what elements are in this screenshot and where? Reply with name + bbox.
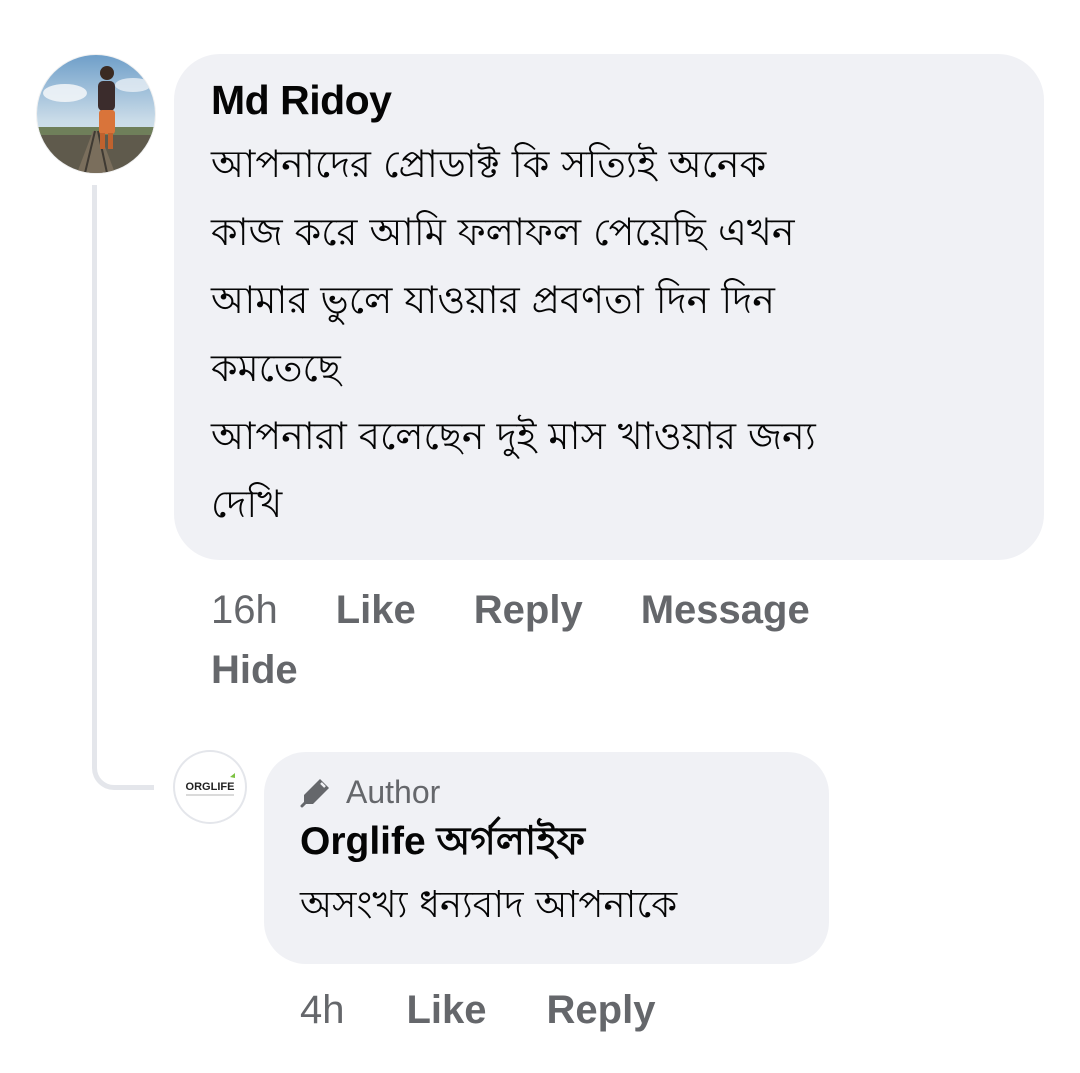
reply-actions: 4h Like Reply bbox=[300, 980, 655, 1040]
page-avatar[interactable]: ORGLIFE bbox=[175, 752, 245, 822]
comment-text: আপনাদের প্রোডাক্ট কি সত্যিই অনেক কাজ করে… bbox=[211, 142, 816, 526]
reply-like-button[interactable]: Like bbox=[407, 980, 487, 1040]
commenter-avatar[interactable] bbox=[37, 55, 155, 173]
author-badge: Author bbox=[300, 772, 799, 812]
pencil-icon bbox=[300, 779, 329, 808]
avatar-photo bbox=[37, 55, 155, 173]
comment-timestamp[interactable]: 16h bbox=[211, 580, 278, 640]
reply-button[interactable]: Reply bbox=[474, 580, 583, 640]
comment-bubble: Md Ridoy আপনাদের প্রোডাক্ট কি সত্যিই অনে… bbox=[174, 54, 1044, 560]
hide-button[interactable]: Hide bbox=[211, 640, 298, 700]
logo-text: ORGLIFE bbox=[186, 781, 235, 793]
thread-connector-line bbox=[92, 185, 154, 790]
reply-reply-button[interactable]: Reply bbox=[547, 980, 656, 1040]
like-button[interactable]: Like bbox=[336, 580, 416, 640]
orglife-logo: ORGLIFE bbox=[186, 773, 235, 796]
reply-timestamp[interactable]: 4h bbox=[300, 980, 345, 1040]
message-button[interactable]: Message bbox=[641, 580, 810, 640]
reply-author-name[interactable]: Orglife অর্গলাইফ bbox=[300, 816, 799, 868]
comment-actions: 16h Like Reply Message Hide bbox=[211, 580, 911, 700]
reply-bubble: Author Orglife অর্গলাইফ অসংখ্য ধন্যবাদ আ… bbox=[264, 752, 829, 964]
comment-author-name[interactable]: Md Ridoy bbox=[211, 76, 1008, 124]
author-badge-label: Author bbox=[346, 774, 441, 810]
reply-text: অসংখ্য ধন্যবাদ আপনাকে bbox=[300, 883, 678, 926]
